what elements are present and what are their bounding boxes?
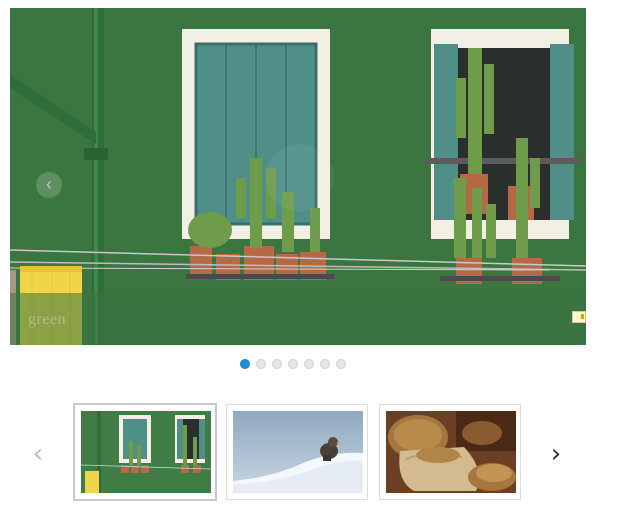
thumbnail-image-grain-sacks bbox=[386, 411, 516, 493]
thumbnail-bird-snow[interactable] bbox=[226, 404, 368, 500]
slide-viewport[interactable]: green ‹ › bbox=[10, 8, 586, 345]
slide-next-button[interactable]: › bbox=[550, 172, 576, 198]
slide-corner-tag-icon bbox=[572, 311, 586, 323]
thumbnail-next-button[interactable]: › bbox=[546, 440, 566, 468]
slide-prev-button[interactable]: ‹ bbox=[36, 172, 62, 198]
thumbnail-green-wall[interactable] bbox=[73, 403, 217, 501]
slide-pagination bbox=[240, 359, 346, 369]
slide-image-green-wall bbox=[10, 8, 586, 345]
pagination-dot-7[interactable] bbox=[336, 359, 346, 369]
pagination-dot-4[interactable] bbox=[288, 359, 298, 369]
pagination-dot-3[interactable] bbox=[272, 359, 282, 369]
thumbnail-image-bird-snow bbox=[233, 411, 363, 493]
pagination-dot-1[interactable] bbox=[240, 359, 250, 369]
thumbnail-grain-sacks[interactable] bbox=[379, 404, 521, 500]
pagination-dot-2[interactable] bbox=[256, 359, 266, 369]
thumbnail-prev-button[interactable]: ‹ bbox=[28, 440, 48, 468]
slide-caption: green bbox=[28, 311, 67, 328]
pagination-dot-5[interactable] bbox=[304, 359, 314, 369]
pagination-dot-6[interactable] bbox=[320, 359, 330, 369]
thumbnail-image-green-wall bbox=[81, 411, 211, 493]
